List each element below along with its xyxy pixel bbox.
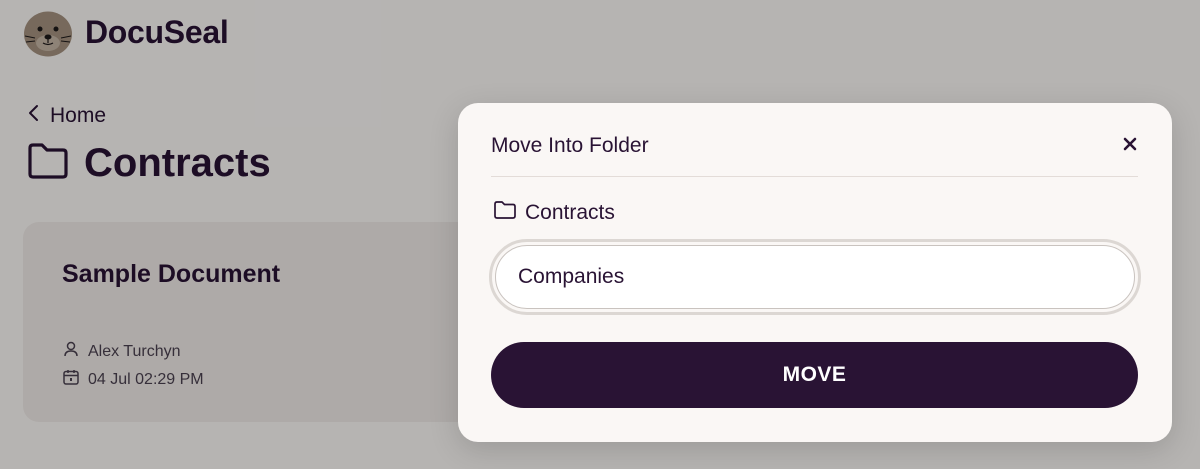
move-button[interactable]: MOVE: [491, 342, 1138, 408]
current-folder: Contracts: [493, 200, 615, 226]
folder-icon: [493, 200, 517, 226]
close-icon[interactable]: [1122, 136, 1138, 152]
current-folder-label: Contracts: [525, 201, 615, 224]
folder-input-wrapper: [489, 239, 1141, 315]
move-folder-modal: Move Into Folder Contracts MOVE: [458, 103, 1172, 442]
modal-title: Move Into Folder: [491, 134, 649, 157]
folder-name-input[interactable]: [495, 245, 1135, 309]
modal-divider: [491, 176, 1138, 177]
